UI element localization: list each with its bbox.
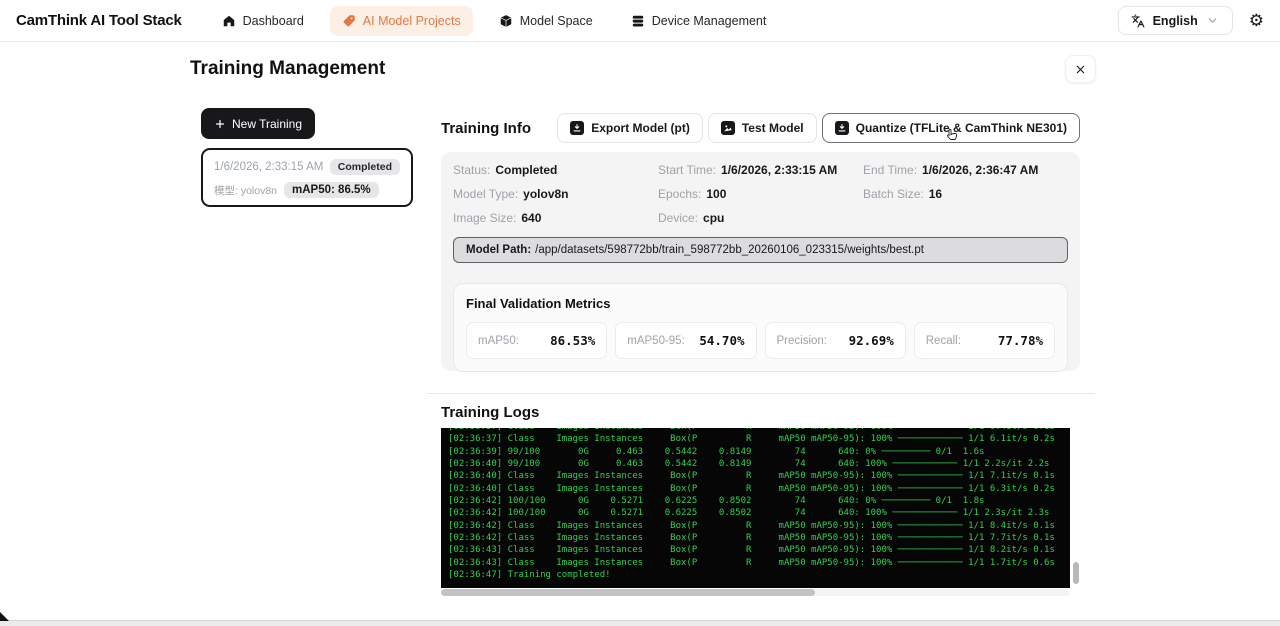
field-start-time: Start Time: 1/6/2026, 2:33:15 AM bbox=[658, 163, 838, 177]
log-line: [02:36:43] Class Images Instances Box(P … bbox=[448, 557, 1055, 568]
log-line: [02:36:37] Class Images Instances Box(P … bbox=[448, 434, 1055, 445]
tag-icon bbox=[342, 14, 356, 28]
field-image-size: Image Size: 640 bbox=[453, 211, 542, 225]
nav-ai-model-projects[interactable]: AI Model Projects bbox=[329, 5, 473, 36]
nav-model-space[interactable]: Model Space bbox=[487, 6, 605, 36]
field-end-time: End Time: 1/6/2026, 2:36:47 AM bbox=[863, 163, 1039, 177]
field-status: Status: Completed bbox=[453, 163, 558, 177]
training-info-title: Training Info bbox=[441, 119, 531, 137]
language-label: English bbox=[1152, 13, 1198, 28]
new-training-button[interactable]: New Training bbox=[201, 108, 316, 139]
training-fields-grid: Status: Completed Start Time: 1/6/2026, 2:… bbox=[453, 163, 1068, 225]
log-line: [02:36:47] Training completed! bbox=[448, 570, 611, 581]
final-validation-metrics-panel: Final Validation Metrics mAP50: 86.53% m… bbox=[453, 283, 1068, 372]
horizontal-scrollbar[interactable] bbox=[441, 589, 1070, 596]
layers-icon bbox=[631, 14, 645, 28]
new-training-label: New Training bbox=[232, 116, 303, 131]
metrics-title: Final Validation Metrics bbox=[466, 296, 611, 311]
close-button[interactable] bbox=[1065, 55, 1096, 83]
test-model-label: Test Model bbox=[741, 121, 804, 135]
download-icon bbox=[834, 121, 849, 135]
log-line: [02:36:42] Class Images Instances Box(P … bbox=[448, 533, 1055, 544]
log-line: [02:36:43] Class Images Instances Box(P … bbox=[448, 545, 1055, 556]
export-model-button[interactable]: Export Model (pt) bbox=[557, 113, 703, 143]
nav-dashboard[interactable]: Dashboard bbox=[210, 6, 316, 36]
download-icon bbox=[570, 121, 585, 135]
nav-dashboard-label: Dashboard bbox=[242, 13, 304, 28]
package-icon bbox=[499, 14, 513, 28]
settings-gear-icon[interactable]: ⚙ bbox=[1249, 12, 1264, 29]
run-status-badge: Completed bbox=[329, 159, 400, 175]
log-line: [02:36:40] 99/100 0G 0.463 0.5442 0.8149… bbox=[448, 459, 1050, 470]
run-map-badge: mAP50: 86.5% bbox=[284, 182, 379, 198]
nav-device-management[interactable]: Device Management bbox=[619, 6, 779, 36]
nav-device-management-label: Device Management bbox=[651, 13, 767, 28]
field-device: Device: cpu bbox=[658, 211, 725, 225]
translate-icon bbox=[1131, 14, 1145, 28]
model-path-label: Model Path: bbox=[466, 244, 532, 256]
log-line: [02:36:42] 100/100 0G 0.5271 0.6225 0.85… bbox=[448, 508, 1050, 519]
chevron-down-icon bbox=[1206, 14, 1220, 28]
header-actions: English ⚙ bbox=[1117, 6, 1264, 35]
vertical-scrollbar[interactable] bbox=[1073, 430, 1079, 586]
image-icon bbox=[720, 121, 735, 135]
export-model-label: Export Model (pt) bbox=[591, 121, 690, 135]
field-epochs: Epochs: 100 bbox=[658, 187, 727, 201]
language-selector[interactable]: English bbox=[1117, 6, 1233, 35]
training-logs-title: Training Logs bbox=[441, 404, 540, 421]
nav-model-space-label: Model Space bbox=[519, 13, 593, 28]
log-line: [02:36:42] Class Images Instances Box(P … bbox=[448, 520, 1055, 531]
plus-icon bbox=[214, 118, 226, 130]
main-nav: Dashboard AI Model Projects Model Space … bbox=[210, 5, 779, 36]
brand-title: CamThink AI Tool Stack bbox=[16, 12, 182, 29]
test-model-button[interactable]: Test Model bbox=[707, 113, 817, 143]
top-navbar: CamThink AI Tool Stack Dashboard AI Mode… bbox=[0, 0, 1280, 42]
training-logs-terminal[interactable]: [02:36:37] Class Images Instances Box(P … bbox=[441, 428, 1070, 588]
quantize-label: Quantize (TFLite & CamThink NE301) bbox=[855, 121, 1067, 135]
field-model-type: Model Type: yolov8n bbox=[453, 187, 569, 201]
home-icon bbox=[222, 14, 236, 28]
vertical-scrollbar-thumb[interactable] bbox=[1073, 562, 1079, 584]
bottom-edge-bar bbox=[0, 620, 1280, 626]
model-path-value: /app/datasets/598772bb/train_598772bb_20… bbox=[535, 244, 924, 256]
training-run-card[interactable]: 1/6/2026, 2:33:15 AM Completed 模型: yolov… bbox=[201, 148, 413, 207]
horizontal-scrollbar-thumb[interactable] bbox=[441, 589, 815, 596]
metric-card-map50: mAP50: 86.53% bbox=[466, 322, 608, 359]
run-model-label: 模型: yolov8n bbox=[214, 184, 278, 197]
quantize-button[interactable]: Quantize (TFLite & CamThink NE301) bbox=[821, 113, 1080, 143]
app-window: CamThink AI Tool Stack Dashboard AI Mode… bbox=[0, 0, 1280, 626]
metric-card-precision: Precision: 92.69% bbox=[764, 322, 906, 359]
training-info-panel: Status: Completed Start Time: 1/6/2026, 2:… bbox=[441, 152, 1080, 372]
field-batch-size: Batch Size: 16 bbox=[863, 187, 943, 201]
metric-card-recall: Recall: 77.78% bbox=[913, 322, 1055, 359]
close-icon bbox=[1075, 64, 1086, 75]
log-line: [02:36:40] Class Images Instances Box(P … bbox=[448, 471, 1055, 482]
log-line: [02:36:42] 100/100 0G 0.5271 0.6225 0.85… bbox=[448, 496, 985, 507]
section-divider bbox=[427, 393, 1095, 394]
corner-artifact bbox=[0, 612, 9, 621]
model-path-box: Model Path:/app/datasets/598772bb/train_… bbox=[453, 237, 1068, 263]
log-line: [02:36:39] 99/100 0G 0.463 0.5442 0.8149… bbox=[448, 446, 985, 457]
page-title: Training Management bbox=[190, 58, 386, 79]
run-timestamp: 1/6/2026, 2:33:15 AM bbox=[214, 161, 324, 173]
metric-card-map50-95: mAP50-95: 54.70% bbox=[615, 322, 757, 359]
training-info-header: Training Info Export Model (pt) Test Mod… bbox=[441, 113, 1080, 143]
nav-ai-model-projects-label: AI Model Projects bbox=[362, 13, 461, 28]
log-line: [02:36:40] Class Images Instances Box(P … bbox=[448, 483, 1055, 494]
